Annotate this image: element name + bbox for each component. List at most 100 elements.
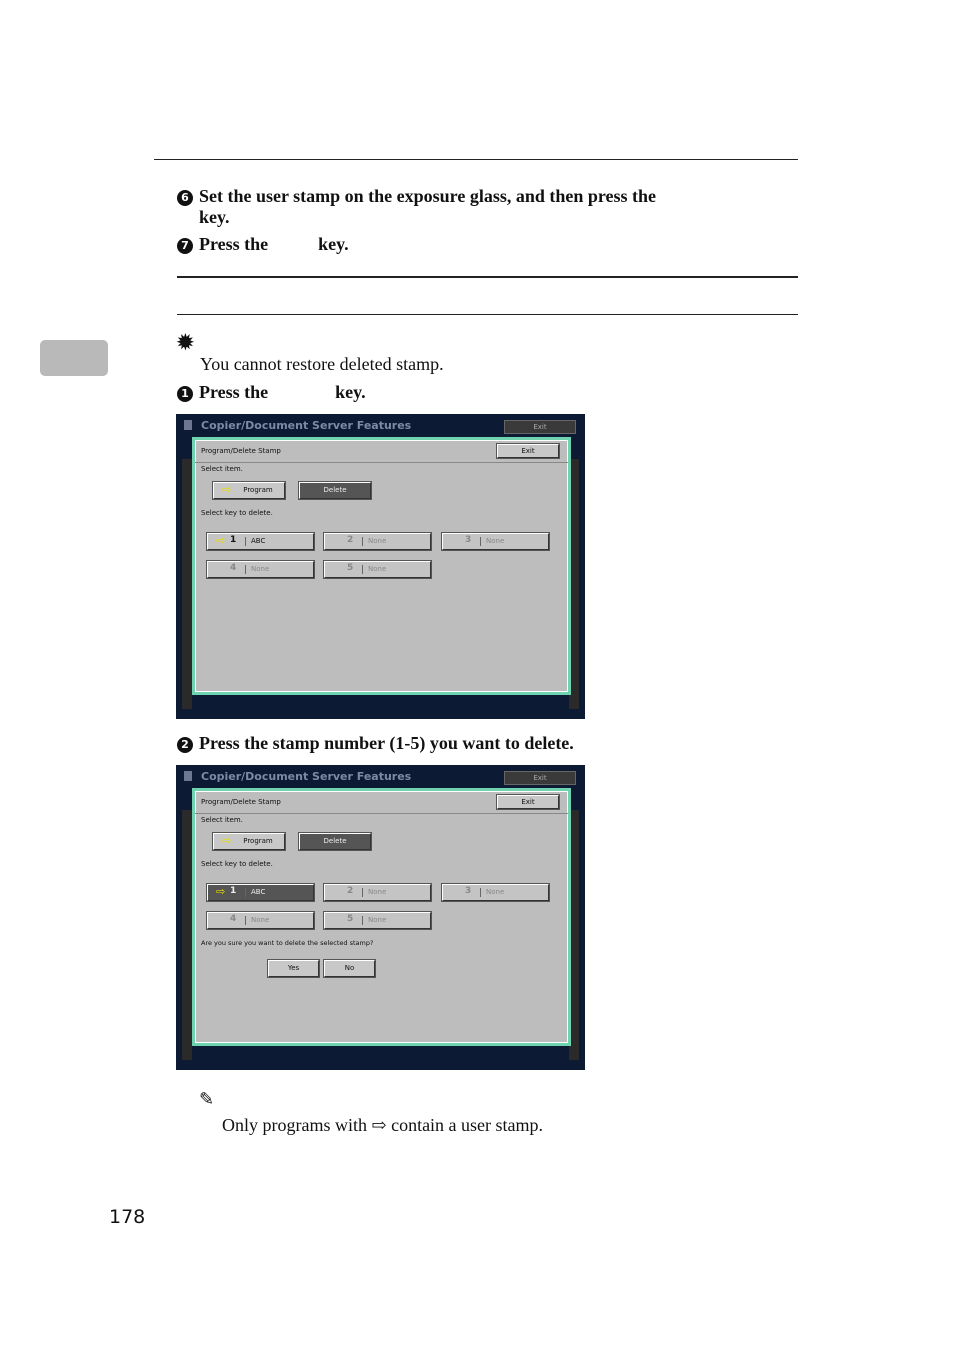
stamp-key-4[interactable]: 4 None [207,561,314,578]
step-text-end: key. [318,234,349,254]
section-rule [177,314,798,315]
section-end-rule [177,276,798,278]
dialog-title: Program/Delete Stamp [201,798,281,806]
key-separator [245,888,246,897]
key-label: None [368,537,387,545]
step-2: 2 Press the stamp number (1-5) you want t… [177,733,574,754]
left-panel [182,459,192,709]
stamp-arrow-icon: ⇨ [222,483,232,496]
program-label: Program [243,486,273,494]
key-number: 2 [347,535,354,545]
stamp-arrow-icon: ⇨ [371,1115,387,1135]
confirm-message: Are you sure you want to delete the sele… [201,939,374,947]
program-button[interactable]: ⇨ Program [213,482,285,499]
key-number: 1 [230,535,237,545]
stamp-key-2[interactable]: 2 None [324,533,431,550]
step-7: 7 Press the key. [177,234,349,255]
key-label: ABC [251,537,266,545]
top-rule [154,159,798,160]
yes-button[interactable]: Yes [268,960,319,977]
key-number: 4 [230,563,237,573]
dialog-title: Program/Delete Stamp [201,447,281,455]
stamp-key-1[interactable]: ⇨ 1 ABC [207,884,314,901]
key-label: ABC [251,888,266,896]
step-6: 6 Set the user stamp on the exposure glas… [177,186,656,228]
key-number: 4 [230,914,237,924]
step-text-cont: key. [199,207,230,227]
step-1: 1 Press the key. [177,382,366,403]
key-separator [480,888,481,897]
select-key-label: Select key to delete. [201,860,273,868]
note-text-a: Only programs with [222,1115,367,1135]
stamp-key-2[interactable]: 2 None [324,884,431,901]
stamp-key-3[interactable]: 3 None [442,533,549,550]
key-separator [362,916,363,925]
stamp-key-4[interactable]: 4 None [207,912,314,929]
step-text: Press the [199,382,269,402]
dialog: Program/Delete Stamp Exit Select item. ⇨ Pro… [192,788,571,1046]
app-icon [184,420,192,430]
program-label: Program [243,837,273,845]
step-text-end: key. [335,382,366,402]
key-separator [362,888,363,897]
key-separator [362,565,363,574]
step-number: 6 [177,190,193,206]
key-separator [480,537,481,546]
select-key-label: Select key to delete. [201,509,273,517]
delete-button[interactable]: Delete [299,833,371,850]
step-number: 1 [177,386,193,402]
delete-button[interactable]: Delete [299,482,371,499]
screen-title: Copier/Document Server Features [201,770,412,783]
note-text-b: contain a user stamp. [391,1115,544,1135]
important-text: You cannot restore deleted stamp. [200,354,444,374]
stamp-key-3[interactable]: 3 None [442,884,549,901]
key-label: None [368,916,387,924]
top-exit-button[interactable]: Exit [504,420,576,434]
program-button[interactable]: ⇨ Program [213,833,285,850]
key-label: None [486,888,505,896]
step-number: 7 [177,238,193,254]
key-number: 1 [230,886,237,896]
key-separator [362,537,363,546]
key-label: None [368,565,387,573]
step-text: Set the user stamp on the exposure glass… [199,186,657,206]
step-number: 2 [177,737,193,753]
stamp-key-5[interactable]: 5 None [324,912,431,929]
step-text: Press the [199,234,269,254]
stamp-key-1[interactable]: ⇨ 1 ABC [207,533,314,550]
pencil-icon: ✎ [199,1089,215,1109]
no-button[interactable]: No [324,960,375,977]
screenshot-delete-mode: Copier/Document Server Features Exit Progr… [176,414,585,719]
key-label: None [251,916,270,924]
key-label: None [251,565,270,573]
stamp-arrow-icon: ⇨ [222,834,232,847]
key-separator [245,916,246,925]
stamp-arrow-icon: ⇨ [216,534,226,547]
screen-title: Copier/Document Server Features [201,419,412,432]
exit-button[interactable]: Exit [497,444,559,458]
key-number: 3 [465,886,472,896]
key-label: None [368,888,387,896]
key-number: 5 [347,563,354,573]
stamp-key-5[interactable]: 5 None [324,561,431,578]
step-text: Press the stamp number (1-5) you want to… [199,733,574,753]
exit-button[interactable]: Exit [497,795,559,809]
page-number: 178 [109,1206,146,1228]
top-exit-button[interactable]: Exit [504,771,576,785]
key-number: 5 [347,914,354,924]
chapter-tab [40,340,108,376]
note-text: Only programs with ⇨ contain a user stam… [222,1115,543,1136]
screenshot-confirm-delete: Copier/Document Server Features Exit Progr… [176,765,585,1070]
key-number: 2 [347,886,354,896]
select-item-label: Select item. [201,465,243,473]
app-icon [184,771,192,781]
key-label: None [486,537,505,545]
select-item-label: Select item. [201,816,243,824]
manual-page: 6 Set the user stamp on the exposure glas… [0,0,954,1348]
key-separator [245,537,246,546]
key-number: 3 [465,535,472,545]
left-panel [182,810,192,1060]
important-icon: ✹ [177,332,194,354]
stamp-arrow-icon: ⇨ [216,885,226,898]
key-separator [245,565,246,574]
